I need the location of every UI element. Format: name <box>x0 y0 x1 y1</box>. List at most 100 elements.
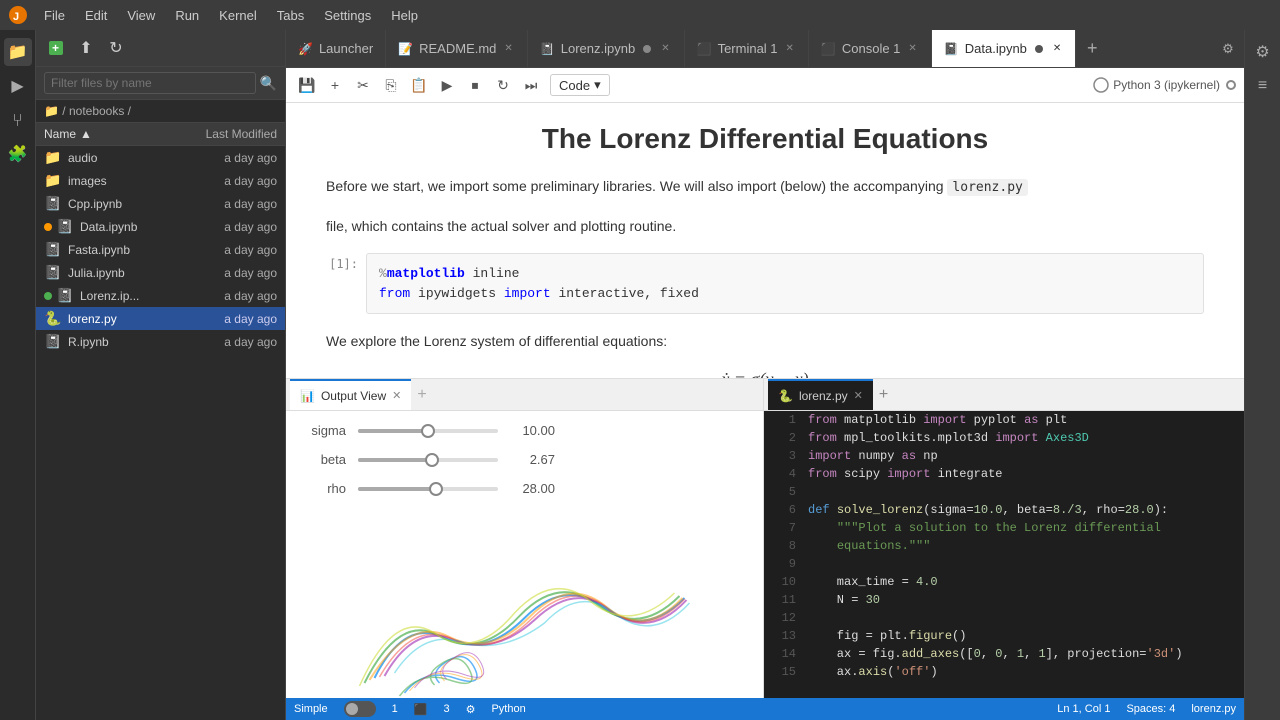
add-output-tab-button[interactable]: + <box>417 386 426 404</box>
intro-text: Before we start, we import some prelimin… <box>326 178 944 194</box>
file-name: Data.ipynb <box>80 220 197 234</box>
search-icon[interactable]: 🔍 <box>260 75 277 92</box>
tab-close-button[interactable]: ✕ <box>659 41 671 56</box>
code-editor[interactable]: 1 from matplotlib import pyplot as plt 2… <box>764 411 1244 698</box>
folder-icon[interactable]: 📁 <box>4 38 32 66</box>
right-settings-icon[interactable]: ⚙ <box>1249 38 1277 66</box>
tab-close-button[interactable]: ✕ <box>1051 41 1063 56</box>
lorenz-py-tab[interactable]: 🐍 lorenz.py ✕ <box>768 379 873 410</box>
simple-toggle[interactable] <box>344 701 376 717</box>
menu-help[interactable]: Help <box>383 6 426 25</box>
copy-button[interactable]: ⎘ <box>378 72 404 98</box>
notebook-icon: 📓 <box>44 264 62 281</box>
tab-data-nb[interactable]: 📓 Data.ipynb ✕ <box>932 30 1077 67</box>
refresh-button[interactable]: ↻ <box>104 36 128 60</box>
lorenz-chart <box>286 567 763 699</box>
run-icon[interactable]: ▶ <box>4 72 32 100</box>
content-area: 🚀 Launcher 📝 README.md ✕ 📓 Lorenz.ipynb … <box>286 30 1244 720</box>
list-item[interactable]: 📁 audio a day ago <box>36 146 285 169</box>
notebook-icon: 📓 <box>56 218 74 235</box>
lorenz-chart-area <box>286 567 763 699</box>
menu-settings[interactable]: Settings <box>316 6 379 25</box>
file-date: a day ago <box>197 220 277 234</box>
menu-edit[interactable]: Edit <box>77 6 115 25</box>
menu-run[interactable]: Run <box>167 6 207 25</box>
new-button[interactable]: + <box>44 36 68 60</box>
code-cell[interactable]: %matplotlib inline from ipywidgets impor… <box>366 253 1204 314</box>
menu-kernel[interactable]: Kernel <box>211 6 265 25</box>
status-icon1: ⬛ <box>414 703 428 716</box>
file-list-header: Name ▲ Last Modified <box>36 123 285 146</box>
paste-button[interactable]: 📋 <box>406 72 432 98</box>
list-item[interactable]: 📓 Lorenz.ip... a day ago <box>36 284 285 307</box>
line-number: 3 <box>772 447 796 465</box>
tab-close-button[interactable]: ✕ <box>502 41 514 56</box>
code-line: 15 ax.axis('off') <box>764 663 1244 681</box>
kernel-info: Python 3 (ipykernel) <box>1093 77 1236 93</box>
sigma-thumb[interactable] <box>421 424 435 438</box>
cell-type-select[interactable]: Code ▾ <box>550 74 610 96</box>
notebook-toolbar: 💾 + ✂ ⎘ 📋 ▶ ⏹ ↻ ⏭ Code ▾ Python 3 (ipyke… <box>286 68 1244 103</box>
git-icon[interactable]: ⑂ <box>4 106 32 134</box>
list-item[interactable]: 📓 Cpp.ipynb a day ago <box>36 192 285 215</box>
tab-label: Launcher <box>319 41 373 56</box>
list-item[interactable]: 📓 Data.ipynb a day ago <box>36 215 285 238</box>
line-number: 2 <box>772 429 796 447</box>
sigma-fill <box>358 429 428 433</box>
tab-console[interactable]: ⬛ Console 1 ✕ <box>809 30 932 67</box>
notebook-icon: 📓 <box>44 241 62 258</box>
status-icon2: ⚙ <box>466 703 476 716</box>
add-code-tab-button[interactable]: + <box>879 386 888 404</box>
tab-readme[interactable]: 📝 README.md ✕ <box>386 30 528 67</box>
run-button[interactable]: ▶ <box>434 72 460 98</box>
kernel-icon <box>1093 77 1109 93</box>
menu-view[interactable]: View <box>119 6 163 25</box>
line-content: max_time = 4.0 <box>808 573 938 591</box>
list-item[interactable]: 🐍 lorenz.py a day ago <box>36 307 285 330</box>
fast-forward-button[interactable]: ⏭ <box>518 72 544 98</box>
folder-icon: 📁 <box>44 172 62 189</box>
code-line: 6 def solve_lorenz(sigma=10.0, beta=8./3… <box>764 501 1244 519</box>
restart-button[interactable]: ↻ <box>490 72 516 98</box>
list-item[interactable]: 📓 R.ipynb a day ago <box>36 330 285 353</box>
tab-close-button[interactable]: ✕ <box>784 41 796 56</box>
beta-label: beta <box>306 452 346 467</box>
tab-settings-icon[interactable]: ⚙ <box>1212 30 1244 67</box>
menu-file[interactable]: File <box>36 6 73 25</box>
output-panel-tab-bar: 📊 Output View ✕ + <box>286 379 763 411</box>
line-content: from matplotlib import pyplot as plt <box>808 411 1067 429</box>
code-panel-close[interactable]: ✕ <box>854 389 863 402</box>
code-line: 10 max_time = 4.0 <box>764 573 1244 591</box>
menu-tabs[interactable]: Tabs <box>269 6 312 25</box>
right-property-icon[interactable]: ≡ <box>1249 72 1277 100</box>
add-tab-button[interactable]: + <box>1076 30 1108 67</box>
line-content: def solve_lorenz(sigma=10.0, beta=8./3, … <box>808 501 1168 519</box>
tab-launcher[interactable]: 🚀 Launcher <box>286 30 386 67</box>
tab-terminal[interactable]: ⬛ Terminal 1 ✕ <box>685 30 809 67</box>
add-cell-button[interactable]: + <box>322 72 348 98</box>
tab-lorenz-nb[interactable]: 📓 Lorenz.ipynb ✕ <box>528 30 685 67</box>
search-input[interactable] <box>44 72 256 94</box>
output-panel: 📊 Output View ✕ + sigma <box>286 379 764 698</box>
output-panel-close[interactable]: ✕ <box>392 389 401 402</box>
list-item[interactable]: 📁 images a day ago <box>36 169 285 192</box>
stop-button[interactable]: ⏹ <box>462 72 488 98</box>
name-column-header[interactable]: Name ▲ <box>44 127 177 141</box>
save-button[interactable]: 💾 <box>294 72 320 98</box>
extensions-icon[interactable]: 🧩 <box>4 140 32 168</box>
list-item[interactable]: 📓 Fasta.ipynb a day ago <box>36 238 285 261</box>
line-number: 15 <box>772 663 796 681</box>
app-logo: J <box>8 5 28 25</box>
beta-thumb[interactable] <box>425 453 439 467</box>
line-number: 6 <box>772 501 796 519</box>
upload-button[interactable]: ⬆ <box>74 36 98 60</box>
list-item[interactable]: 📓 Julia.ipynb a day ago <box>36 261 285 284</box>
tab-close-button[interactable]: ✕ <box>906 41 918 56</box>
output-view-tab[interactable]: 📊 Output View ✕ <box>290 379 411 410</box>
right-sidebar: ⚙ ≡ <box>1244 30 1280 720</box>
rho-thumb[interactable] <box>429 482 443 496</box>
cut-button[interactable]: ✂ <box>350 72 376 98</box>
line-number: 10 <box>772 573 796 591</box>
line-content: equations.""" <box>808 537 930 555</box>
file-name: Lorenz.ip... <box>80 289 197 303</box>
